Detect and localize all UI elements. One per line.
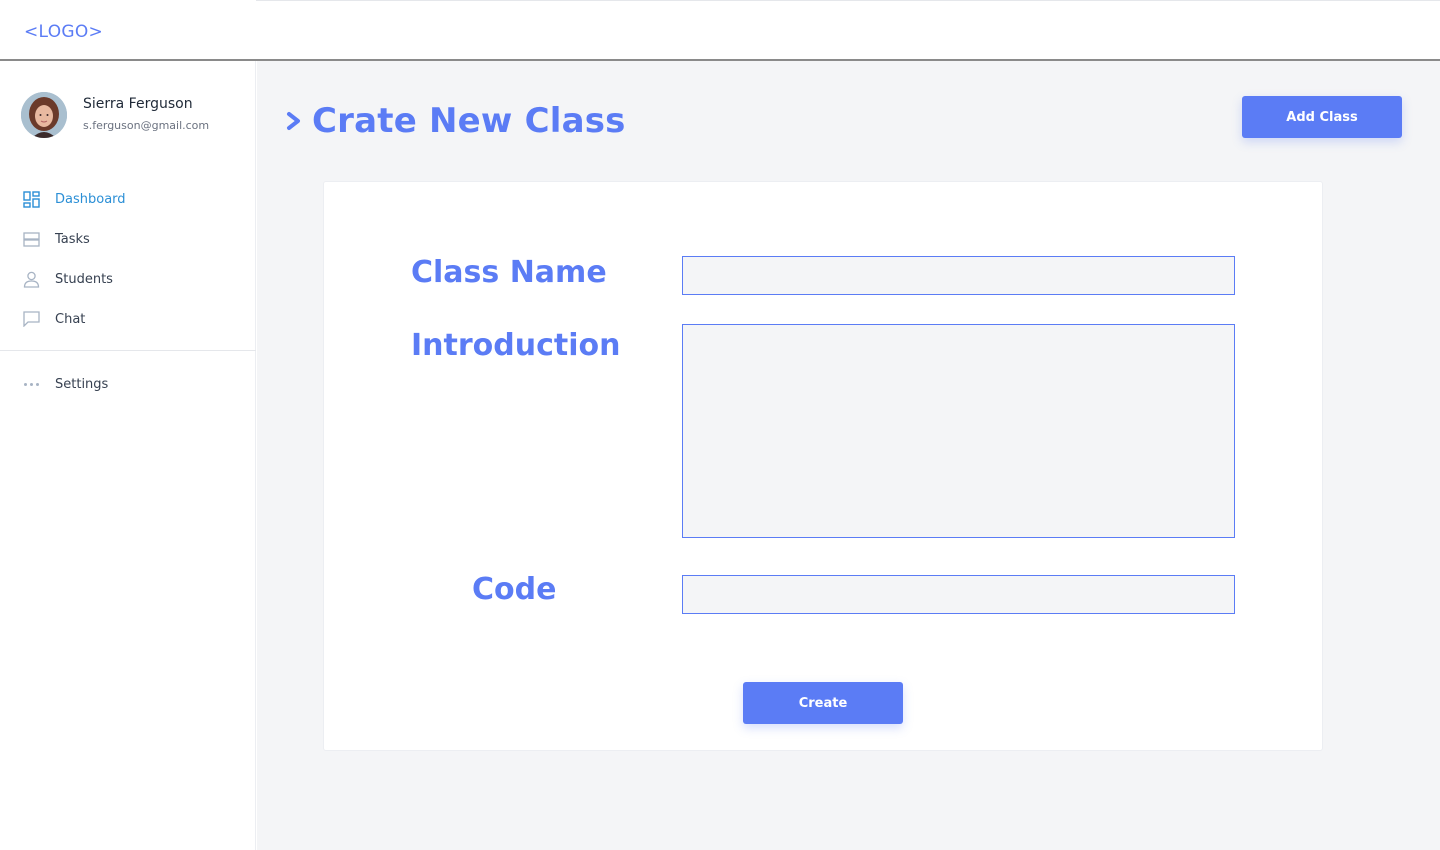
- class-name-input[interactable]: [682, 256, 1235, 295]
- avatar[interactable]: [21, 92, 67, 138]
- logo[interactable]: <LOGO>: [24, 22, 103, 42]
- page-header: Crate New Class: [285, 101, 626, 141]
- sidebar-item-students[interactable]: Students: [0, 259, 256, 299]
- chevron-right-icon: [287, 112, 300, 130]
- introduction-label: Introduction: [411, 328, 621, 363]
- tasks-icon: [22, 230, 40, 248]
- more-dots-icon: [22, 375, 40, 393]
- sidebar-item-chat[interactable]: Chat: [0, 299, 256, 339]
- chat-icon: [22, 310, 40, 328]
- sidebar-item-label: Students: [55, 271, 113, 287]
- user-icon: [22, 270, 40, 288]
- profile-email: s.ferguson@gmail.com: [83, 119, 210, 132]
- sidebar-divider: [0, 350, 256, 351]
- code-input[interactable]: [682, 575, 1235, 614]
- sidebar: Sierra Ferguson s.ferguson@gmail.com Das…: [0, 61, 256, 850]
- profile-name: Sierra Ferguson: [83, 96, 193, 112]
- introduction-textarea[interactable]: [682, 324, 1235, 538]
- sidebar-item-settings[interactable]: Settings: [0, 364, 256, 404]
- top-bar: <LOGO>: [0, 0, 1440, 61]
- create-class-form: Class Name Introduction Code Create: [323, 181, 1323, 751]
- sidebar-item-label: Chat: [55, 311, 86, 327]
- sidebar-item-label: Settings: [55, 376, 109, 392]
- sidebar-item-label: Tasks: [55, 231, 90, 247]
- add-class-button[interactable]: Add Class: [1242, 96, 1402, 138]
- main-content: Crate New Class Add Class Class Name Int…: [257, 61, 1440, 850]
- create-button[interactable]: Create: [743, 682, 903, 724]
- user-profile[interactable]: Sierra Ferguson s.ferguson@gmail.com: [21, 92, 241, 138]
- class-name-label: Class Name: [411, 255, 607, 290]
- sidebar-settings-section: Settings: [0, 364, 256, 404]
- sidebar-nav: Dashboard Tasks Students Chat: [0, 179, 256, 339]
- dashboard-icon: [22, 190, 40, 208]
- sidebar-item-dashboard[interactable]: Dashboard: [0, 179, 256, 219]
- top-bar-divider: [256, 0, 1440, 1]
- code-label: Code: [472, 572, 557, 607]
- sidebar-item-tasks[interactable]: Tasks: [0, 219, 256, 259]
- sidebar-item-label: Dashboard: [55, 191, 126, 207]
- page-title: Crate New Class: [312, 101, 626, 141]
